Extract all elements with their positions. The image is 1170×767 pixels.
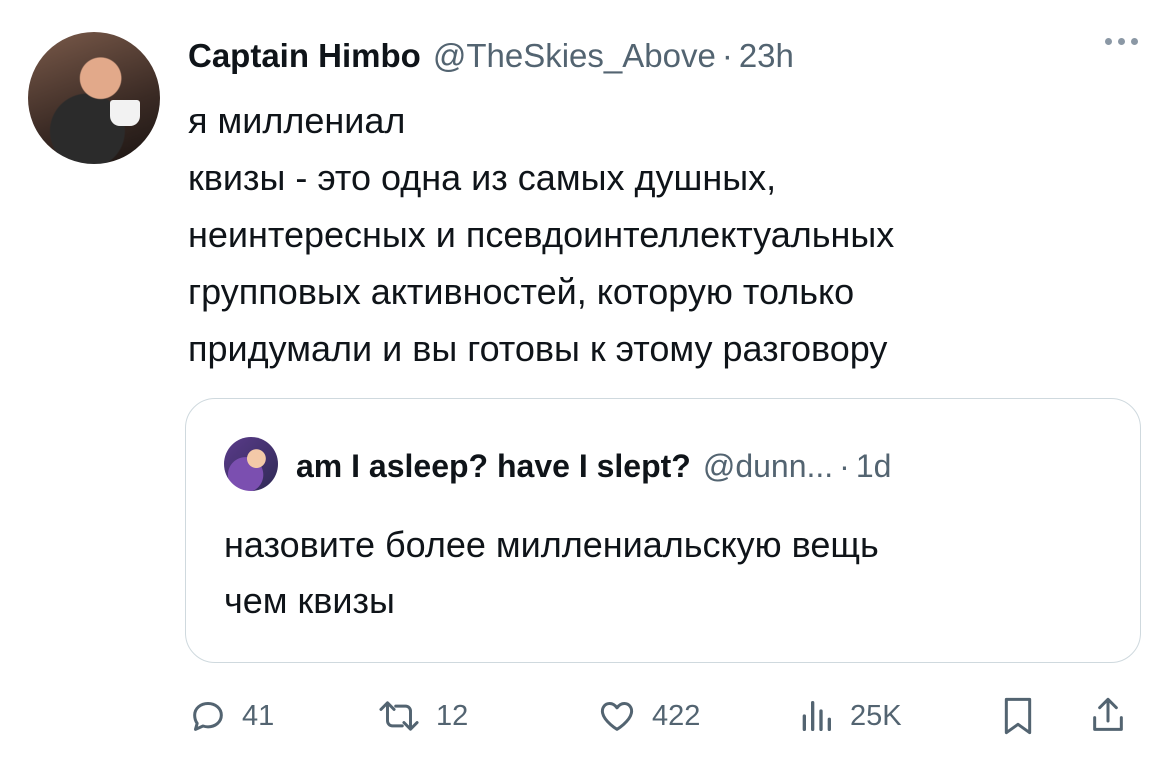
reply-count: 41 — [242, 699, 275, 732]
heart-icon — [600, 702, 634, 731]
quoted-tweet-header: am I asleep? have I slept? @dunn... · 1d — [296, 439, 891, 493]
quoted-author-avatar — [224, 437, 278, 491]
reply-bubble-icon — [193, 702, 223, 731]
quoted-time-separator: · — [839, 447, 850, 484]
tweet-time[interactable]: 23h — [739, 37, 794, 74]
quoted-author-handle: @dunn... · 1d — [702, 447, 892, 484]
bookmark-icon — [1004, 697, 1032, 735]
retweet-button[interactable]: 12 — [376, 690, 468, 742]
author-name[interactable]: Captain Himbo — [188, 37, 421, 75]
tweet-text: я миллениал квизы - это одна из самых ду… — [188, 92, 1148, 377]
quoted-text-line: чем квизы — [224, 580, 395, 621]
more-dots-icon[interactable] — [1105, 38, 1138, 45]
tweet-text-line: я миллениал — [188, 100, 406, 141]
quoted-tweet-time: 1d — [855, 447, 892, 484]
quoted-tweet-card[interactable]: am I asleep? have I slept? @dunn... · 1d н… — [185, 398, 1141, 663]
tweet-header: Captain Himbo @TheSkies_Above · 23h — [188, 30, 794, 82]
bar-chart-icon — [802, 701, 831, 731]
time-separator: · — [721, 37, 733, 74]
reply-button[interactable]: 41 — [188, 690, 274, 742]
share-upload-icon — [1093, 697, 1123, 731]
quoted-tweet-text: назовите более миллениальскую вещь чем к… — [224, 517, 1104, 629]
author-handle[interactable]: @TheSkies_Above · 23h — [433, 37, 794, 75]
tweet-action-bar: 41 12 422 25K — [188, 690, 1138, 742]
tweet-text-line: придумали и вы готовы к этому разговору — [188, 328, 888, 369]
share-button[interactable] — [1088, 690, 1128, 742]
avatar-cup — [110, 100, 140, 126]
author-avatar[interactable] — [28, 32, 160, 164]
views-button[interactable]: 25K — [796, 690, 902, 742]
quoted-author-name: am I asleep? have I slept? — [296, 447, 691, 484]
tweet-text-line: квизы - это одна из самых душных, — [188, 157, 777, 198]
like-count: 422 — [652, 699, 701, 732]
tweet-text-line: неинтересных и псевдоинтеллектуальных — [188, 214, 895, 255]
bookmark-button[interactable] — [998, 690, 1038, 742]
like-button[interactable]: 422 — [596, 690, 700, 742]
views-count: 25K — [850, 699, 902, 732]
quoted-text-line: назовите более миллениальскую вещь — [224, 524, 879, 565]
tweet-text-line: групповых активностей, которую только — [188, 271, 855, 312]
retweet-count: 12 — [436, 699, 469, 732]
retweet-icon — [379, 701, 419, 731]
